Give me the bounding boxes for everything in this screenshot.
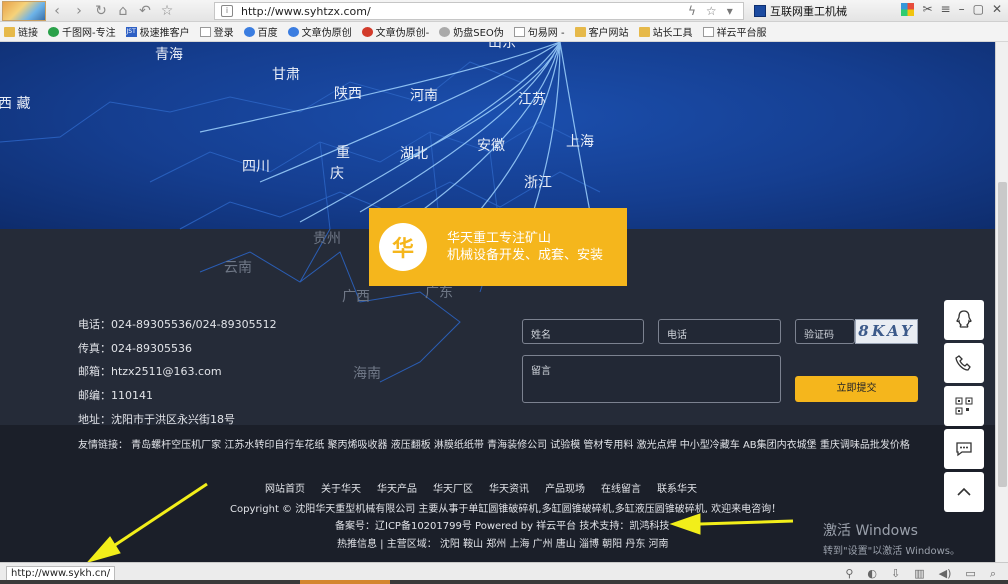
status-url: http://www.sykh.cn/ (6, 566, 116, 581)
download-icon[interactable]: ⇩ (891, 567, 900, 581)
window-icon[interactable]: ▭ (965, 567, 975, 581)
zoom-icon[interactable]: ⌕ (990, 567, 996, 581)
link-icon[interactable]: ⚲ (845, 567, 853, 581)
volume-icon[interactable]: ◀) (939, 567, 952, 581)
speed-icon[interactable]: ◐ (867, 567, 877, 581)
status-icons: ⚲ ◐ ⇩ ▥ ◀) ▭ ⌕ (845, 567, 996, 581)
taskbar (0, 580, 1008, 584)
trash-icon[interactable]: ▥ (914, 567, 924, 581)
annotation-arrows (86, 482, 794, 563)
taskbar-active-app[interactable] (300, 580, 390, 584)
